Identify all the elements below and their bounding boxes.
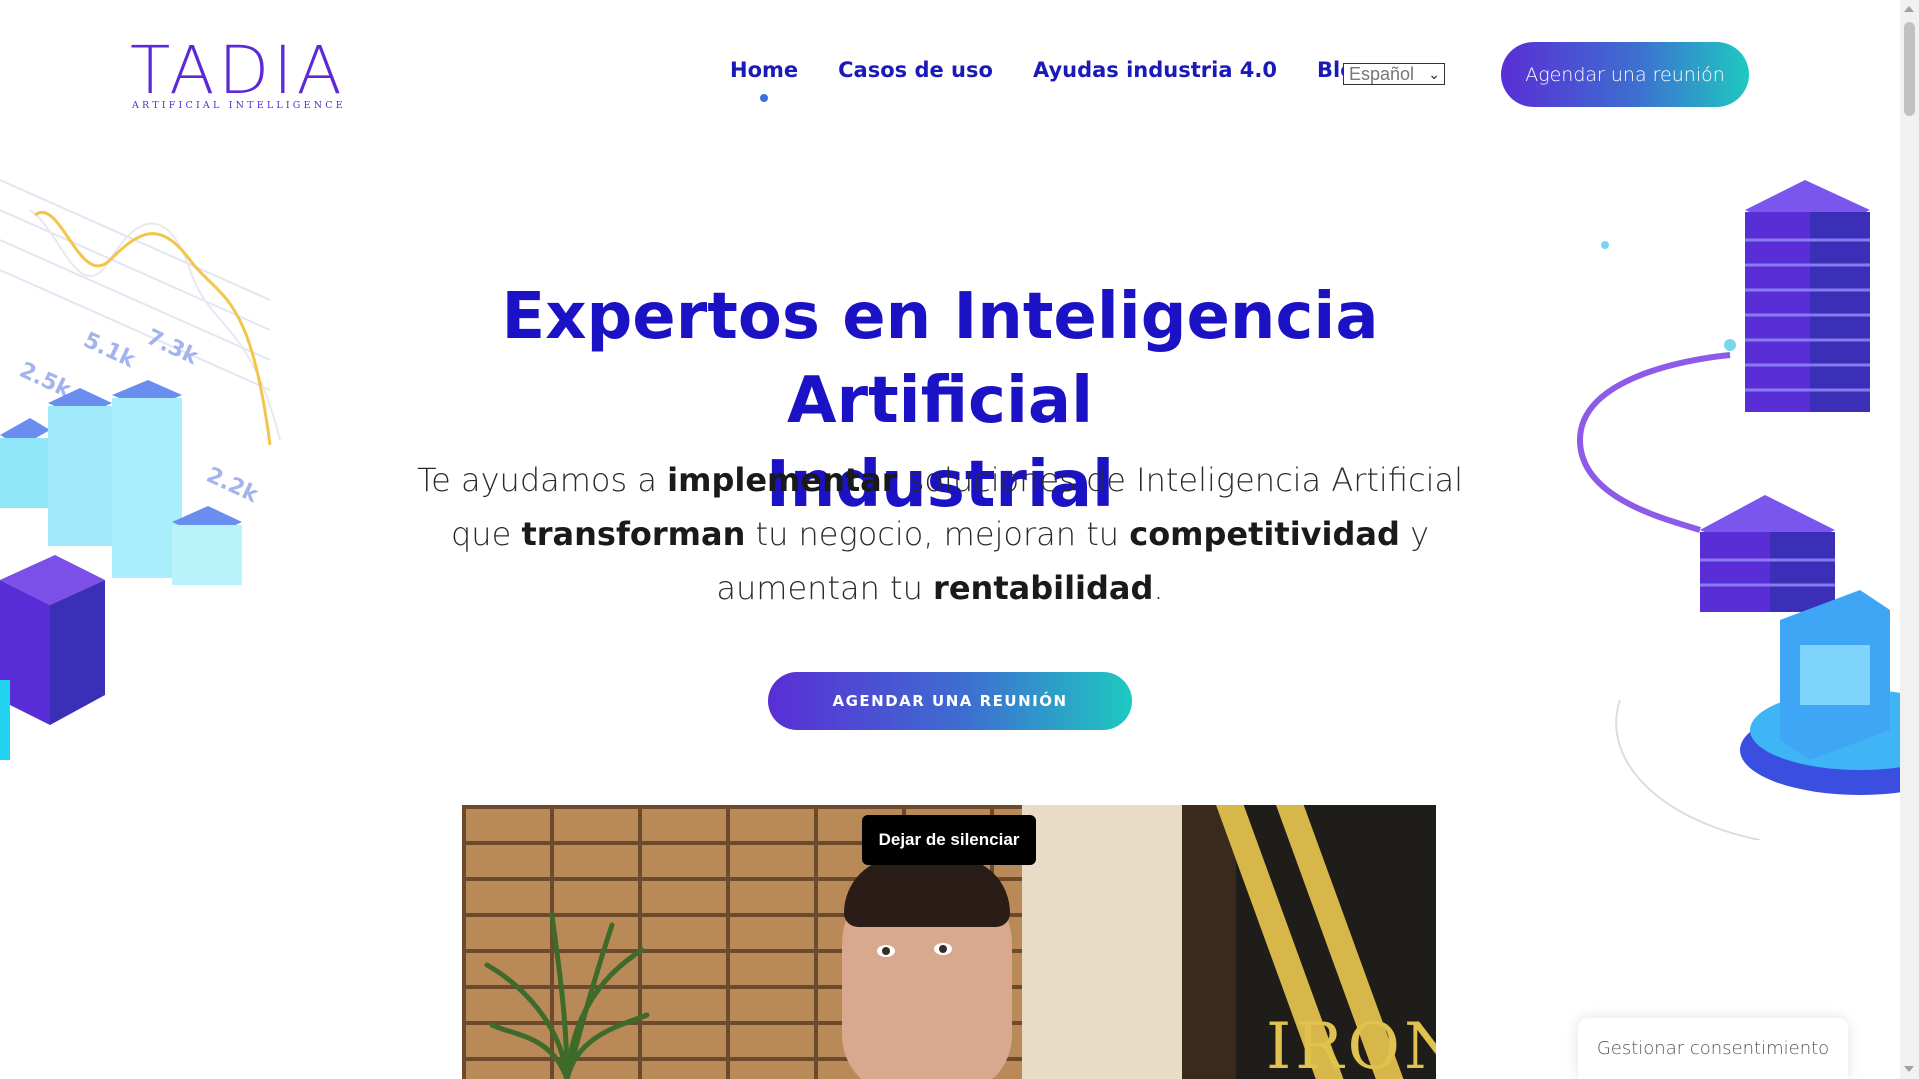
- nav-casos-de-uso[interactable]: Casos de uso: [838, 58, 993, 82]
- hero-cta-button[interactable]: AGENDAR UNA REUNIÓN: [768, 672, 1132, 730]
- presenter-eye: [877, 945, 895, 957]
- presenter-hair: [844, 857, 1010, 927]
- unmute-button[interactable]: Dejar de silenciar: [862, 815, 1036, 865]
- chart-label-4: 2.2k: [202, 463, 262, 509]
- subtitle-emphasis: implementar: [667, 461, 898, 499]
- subtitle-text: .: [1153, 569, 1164, 607]
- logo[interactable]: TADIA ARTIFICIAL INTELLIGENCE: [130, 38, 343, 112]
- language-select[interactable]: Español ⌄: [1343, 63, 1445, 85]
- server-small: [1700, 495, 1835, 612]
- scrollbar-thumb[interactable]: [1904, 22, 1915, 116]
- video-frame-wall: [1022, 805, 1182, 1079]
- right-server-illustration: [1576, 180, 1900, 840]
- server-tower: [1745, 180, 1870, 412]
- hero-subtitle: Te ayudamos a implementar soluciones de …: [390, 453, 1490, 615]
- header-cta-button[interactable]: Agendar una reunión: [1501, 42, 1749, 107]
- consent-button[interactable]: Gestionar consentimiento: [1578, 1018, 1848, 1079]
- subtitle-emphasis: competitividad: [1129, 515, 1400, 553]
- logo-tagline: ARTIFICIAL INTELLIGENCE: [132, 100, 346, 111]
- plant-graphic: [484, 912, 650, 1079]
- video-frame-poster: IRON: [1210, 805, 1436, 1079]
- chevron-down-icon: ⌄: [1428, 66, 1440, 82]
- chart-label-3: 7.3k: [142, 325, 202, 371]
- nav-ayudas-industria[interactable]: Ayudas industria 4.0: [1033, 58, 1277, 82]
- subtitle-text: Te ayudamos a: [417, 461, 668, 499]
- presenter-eye: [934, 943, 952, 955]
- poster-text: IRON: [1266, 1010, 1436, 1079]
- chart-label-2: 5.1k: [79, 328, 139, 374]
- nav-home[interactable]: Home: [730, 58, 798, 102]
- subtitle-emphasis: rentabilidad: [933, 569, 1154, 607]
- page: TADIA ARTIFICIAL INTELLIGENCE Home Casos…: [0, 0, 1900, 1079]
- subtitle-text: tu negocio, mejoran tu: [745, 515, 1130, 553]
- hero-title-line1: Expertos en Inteligencia Artificial: [501, 280, 1379, 438]
- purple-cube: [0, 555, 105, 760]
- subtitle-emphasis: transforman: [521, 515, 746, 553]
- page-scrollbar[interactable]: [1900, 0, 1919, 1079]
- logo-wordmark: TADIA: [130, 32, 346, 109]
- left-chart-illustration: 2.5k 5.1k 7.3k 2.2k: [0, 179, 281, 760]
- display-stack: [1740, 590, 1900, 795]
- scroll-down-arrow-icon[interactable]: [1904, 1066, 1914, 1072]
- connector-line: [1576, 352, 1731, 533]
- language-value: Español: [1349, 63, 1415, 84]
- main-nav: Home Casos de uso Ayudas industria 4.0 B…: [730, 58, 1410, 102]
- scroll-up-arrow-icon[interactable]: [1904, 6, 1914, 12]
